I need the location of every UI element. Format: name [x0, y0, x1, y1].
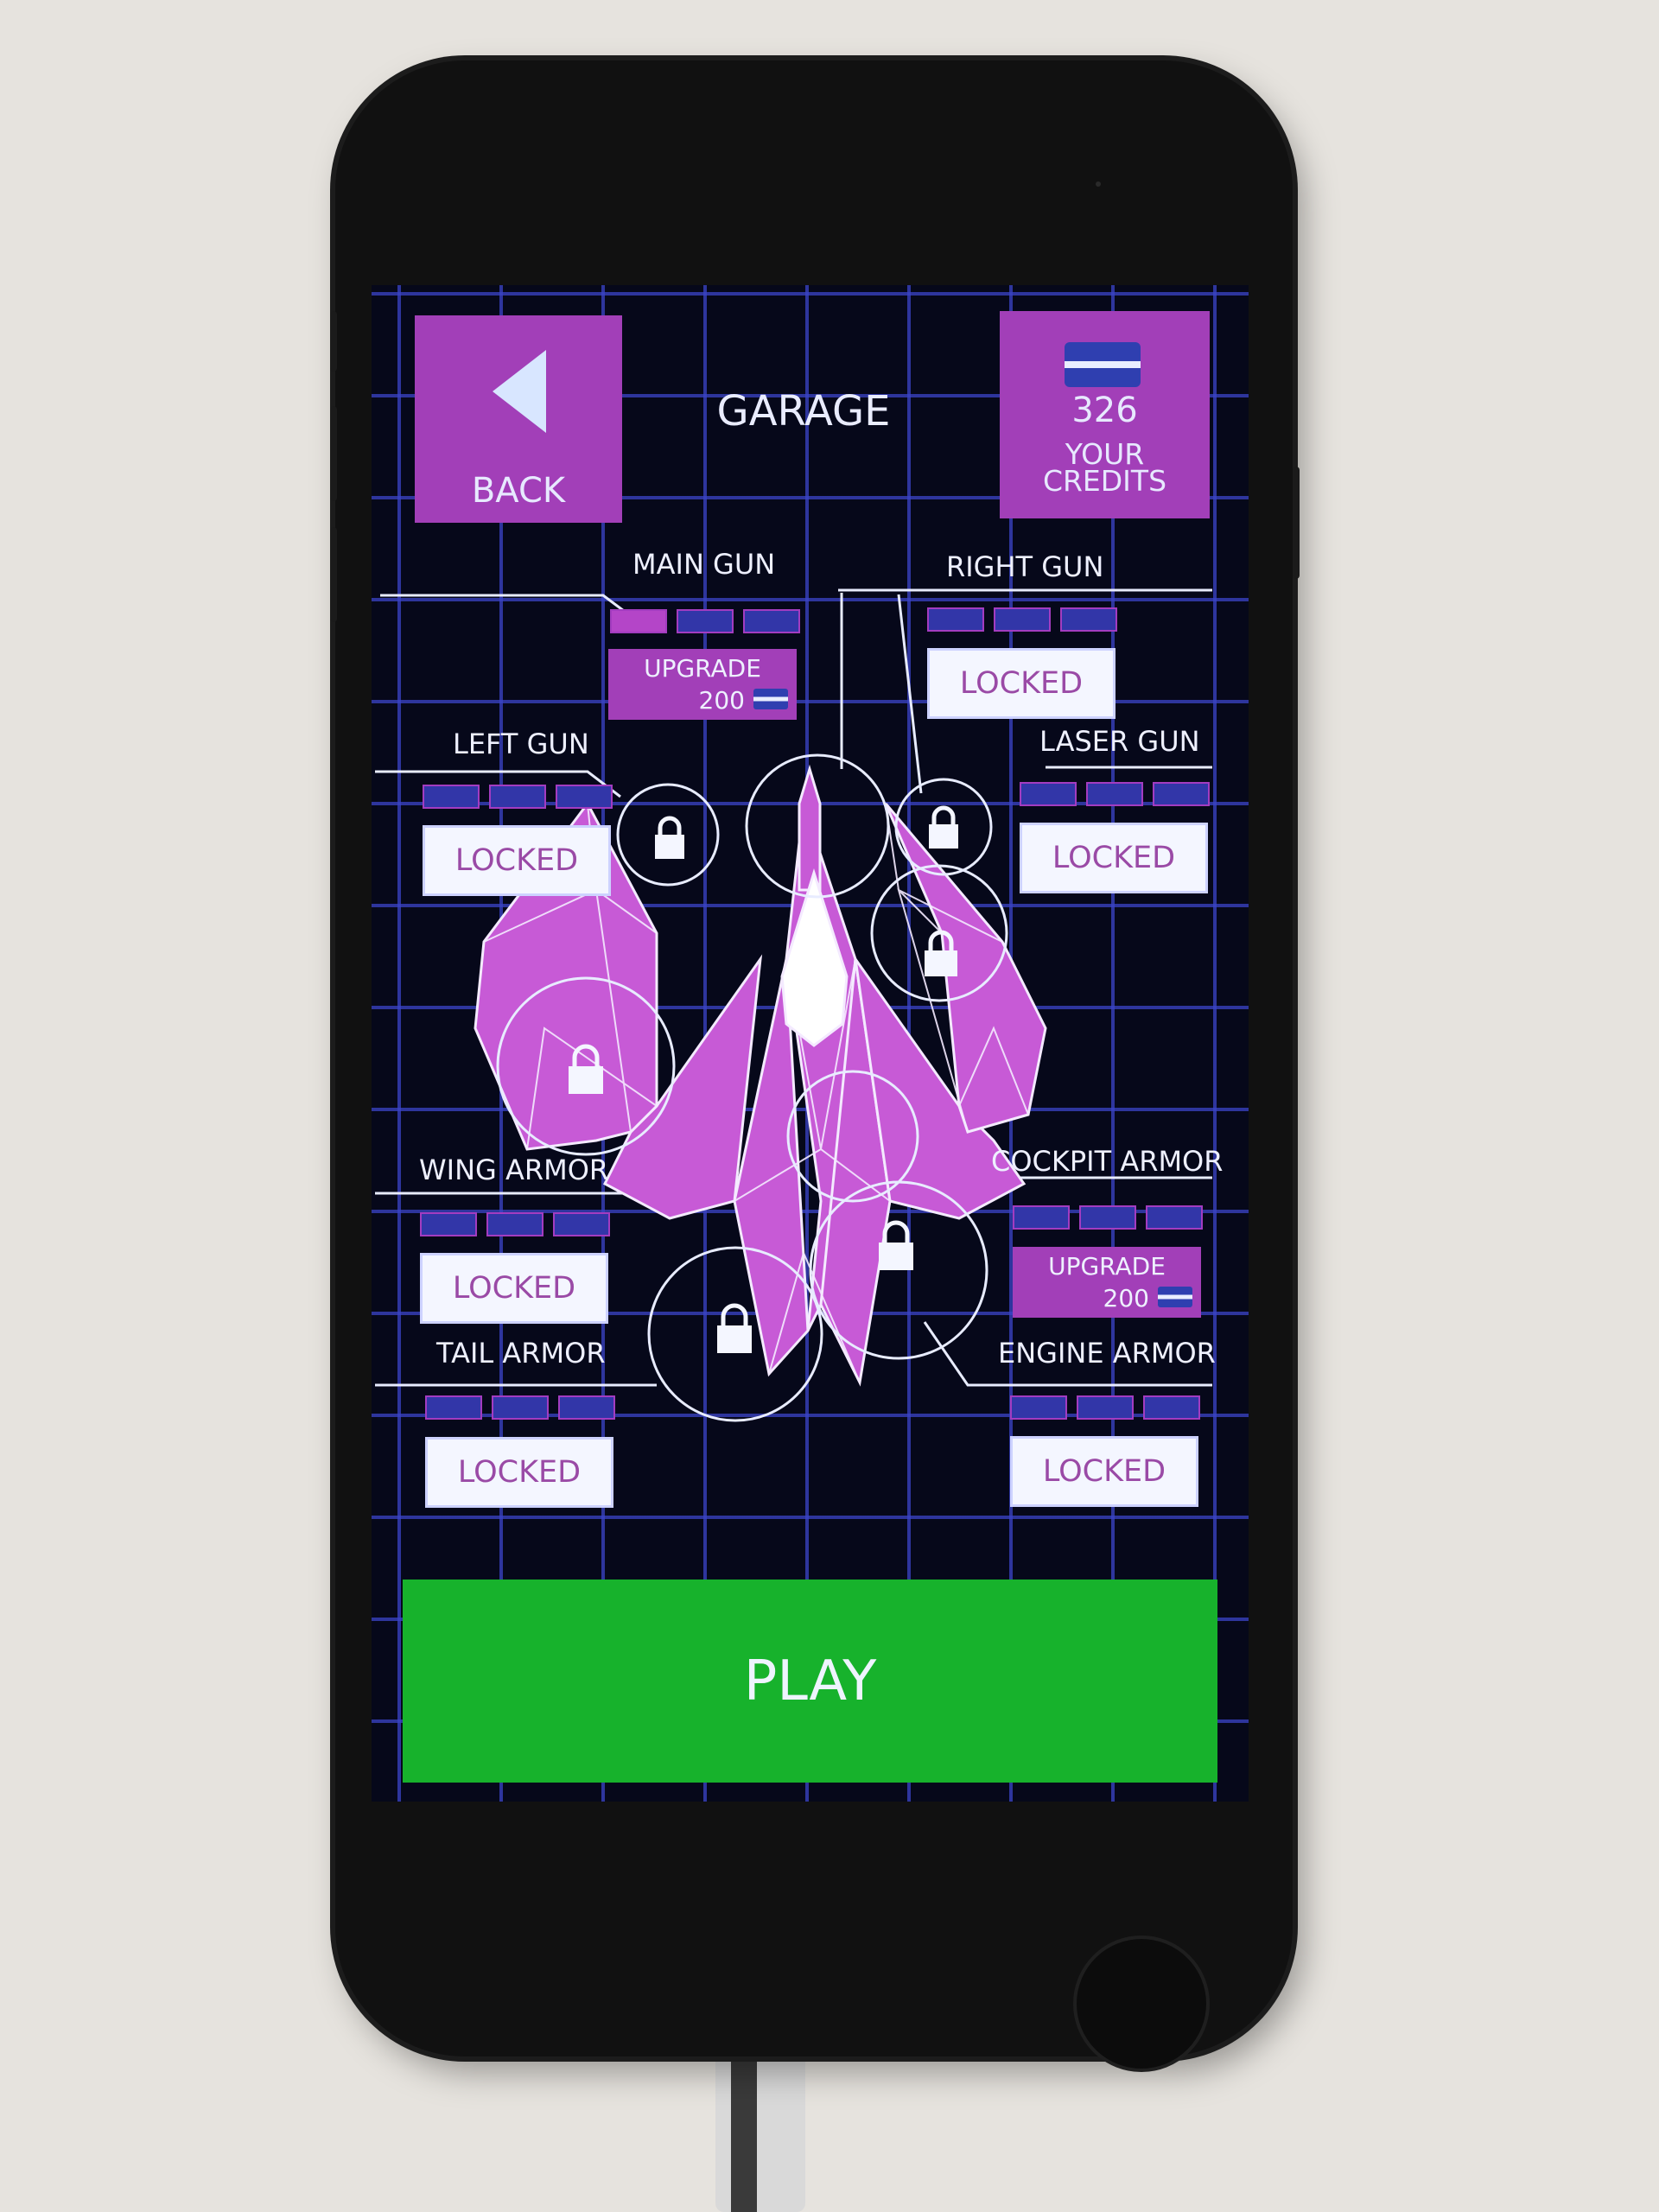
home-button[interactable] [1073, 1936, 1210, 2072]
level-bar [492, 1395, 549, 1420]
level-bar [556, 785, 613, 809]
engine-armor-title: ENGINE ARMOR [998, 1337, 1216, 1370]
level-bar [489, 785, 546, 809]
level-bar [1086, 782, 1143, 806]
credits-amount: 326 [1071, 391, 1138, 430]
wing-armor-level-bars [420, 1212, 610, 1236]
back-arrow-icon [493, 350, 546, 433]
cockpit-canopy [780, 868, 849, 1047]
play-button[interactable]: PLAY [403, 1580, 1217, 1783]
level-bar [927, 607, 984, 632]
cockpit-armor-title: COCKPIT ARMOR [991, 1145, 1224, 1178]
left-gun-padlock-icon [655, 816, 684, 859]
level-bar [1010, 1395, 1067, 1420]
laser-gun-level-bars [1020, 782, 1210, 806]
cable-shadow [731, 2035, 757, 2212]
tail-armor-padlock-icon [717, 1303, 752, 1353]
level-bar [420, 1212, 477, 1236]
laser-gun-padlock-icon [925, 930, 957, 976]
mute-switch [330, 311, 337, 372]
game-screen: BACK GARAGE 326 YOUR CREDITS MAIN GUN UP… [372, 285, 1249, 1802]
left-gun-level-bars [423, 785, 613, 809]
credit-card-icon [1158, 1287, 1192, 1307]
upgrade-label: UPGRADE [1048, 1252, 1166, 1281]
level-bar [553, 1212, 610, 1236]
level-bar [1020, 782, 1077, 806]
right-gun-locked-button[interactable]: LOCKED [927, 648, 1116, 719]
level-bar [1079, 1205, 1136, 1230]
main-gun-level-bars [610, 609, 800, 633]
laser-gun-locked-button[interactable]: LOCKED [1020, 823, 1208, 893]
upgrade-cost: 200 [1103, 1284, 1149, 1313]
level-bar [425, 1395, 482, 1420]
credit-card-icon [1065, 342, 1141, 387]
right-gun-level-bars [927, 607, 1117, 632]
laser-gun-title: LASER GUN [1039, 725, 1200, 758]
main-gun-leader [380, 594, 625, 613]
tail-armor-level-bars [425, 1395, 615, 1420]
volume-up-button [330, 406, 337, 501]
credits-label: YOUR CREDITS [1042, 437, 1167, 498]
main-gun-upgrade-button[interactable]: UPGRADE 200 [608, 649, 797, 720]
level-bar [610, 609, 667, 633]
level-bar [994, 607, 1051, 632]
level-bar [486, 1212, 543, 1236]
cockpit-armor-upgrade-button[interactable]: UPGRADE 200 [1013, 1247, 1201, 1318]
level-bar [558, 1395, 615, 1420]
engine-armor-padlock-icon [879, 1220, 913, 1270]
back-button[interactable]: BACK [415, 315, 622, 523]
upgrade-cost: 200 [698, 686, 745, 715]
tail-armor-locked-button[interactable]: LOCKED [425, 1437, 613, 1508]
engine-armor-locked-button[interactable]: LOCKED [1010, 1436, 1198, 1507]
level-bar [1013, 1205, 1070, 1230]
level-bar [677, 609, 734, 633]
power-button [1293, 467, 1300, 579]
right-gun-padlock-icon [929, 805, 958, 849]
volume-down-button [330, 527, 337, 622]
upgrade-label: UPGRADE [644, 654, 761, 683]
right-gun-title: RIGHT GUN [946, 550, 1104, 583]
level-bar [1153, 782, 1210, 806]
wing-armor-title: WING ARMOR [419, 1154, 609, 1186]
credit-card-icon [753, 689, 788, 709]
phone-speaker [1096, 181, 1101, 187]
level-bar [1060, 607, 1117, 632]
level-bar [743, 609, 800, 633]
tail-armor-title: TAIL ARMOR [436, 1337, 606, 1370]
level-bar [423, 785, 480, 809]
left-gun-title: LEFT GUN [453, 728, 589, 760]
page-title: GARAGE [716, 387, 891, 435]
credits-panel: 326 YOUR CREDITS [1000, 311, 1210, 518]
engine-armor-level-bars [1010, 1395, 1200, 1420]
level-bar [1143, 1395, 1200, 1420]
left-gun-locked-button[interactable]: LOCKED [423, 825, 611, 896]
level-bar [1077, 1395, 1134, 1420]
level-bar [1146, 1205, 1203, 1230]
wing-armor-locked-button[interactable]: LOCKED [420, 1253, 608, 1324]
back-label: BACK [471, 471, 566, 511]
cockpit-armor-level-bars [1013, 1205, 1203, 1230]
main-gun-title: MAIN GUN [632, 548, 776, 581]
